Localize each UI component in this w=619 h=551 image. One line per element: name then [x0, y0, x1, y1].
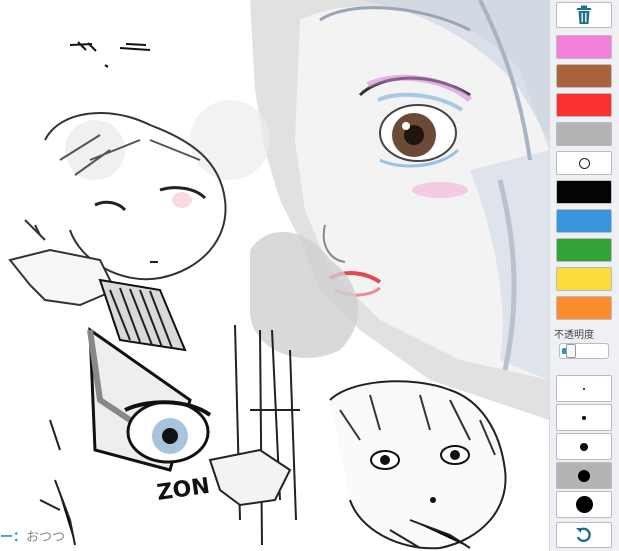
- eraser-swatch[interactable]: [556, 151, 612, 175]
- tool-palette: 不透明度: [549, 0, 619, 551]
- color-swatch-red[interactable]: [556, 93, 612, 117]
- opacity-label: 不透明度: [554, 330, 594, 341]
- canvas-drawing: ZON: [8, 0, 549, 550]
- color-swatch-pink[interactable]: [556, 35, 612, 59]
- trash-icon: [577, 5, 591, 24]
- brush-size-l-button[interactable]: [556, 462, 612, 489]
- opacity-slider[interactable]: [559, 343, 609, 359]
- color-swatch-yellow[interactable]: [556, 267, 612, 291]
- color-swatch-blue[interactable]: [556, 209, 612, 233]
- brush-size-s-dot: [582, 415, 586, 420]
- color-swatch-green[interactable]: [556, 238, 612, 262]
- color-swatch-black[interactable]: [556, 180, 612, 204]
- brush-size-l-dot: [578, 469, 590, 482]
- svg-text:ZON: ZON: [155, 474, 211, 506]
- opacity-slider-thumb[interactable]: [566, 344, 576, 358]
- brush-size-m-button[interactable]: [556, 433, 612, 460]
- undo-icon: [576, 527, 591, 543]
- eraser-ring-icon: [578, 157, 590, 169]
- brush-size-xl-button[interactable]: [556, 491, 612, 518]
- author-name: おつつ: [26, 530, 66, 545]
- author-label: ー：おつつ: [0, 526, 65, 545]
- drawing-canvas[interactable]: ZON ー：おつつ: [0, 0, 549, 551]
- brush-size-xs-dot: [583, 387, 585, 390]
- brush-size-xs-button[interactable]: [556, 375, 612, 402]
- brush-size-m-dot: [580, 442, 588, 451]
- author-prefix: ー：: [0, 530, 27, 545]
- color-swatch-orange[interactable]: [556, 296, 612, 320]
- brush-size-s-button[interactable]: [556, 404, 612, 431]
- undo-button[interactable]: [556, 522, 612, 548]
- color-swatch-brown[interactable]: [556, 64, 612, 88]
- brush-size-xl-dot: [575, 496, 593, 513]
- trash-button[interactable]: [556, 2, 612, 28]
- color-swatch-gray[interactable]: [556, 122, 612, 146]
